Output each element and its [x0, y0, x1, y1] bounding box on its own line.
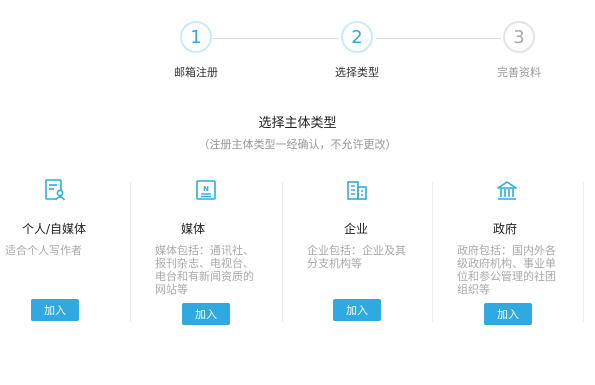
type-description: 政府包括：国内外各级政府机构、事业单位和参公管理的社团组织等	[457, 244, 556, 296]
type-name: 媒体	[181, 222, 206, 236]
card-divider	[282, 182, 283, 322]
step-connector	[213, 38, 338, 39]
government-icon	[497, 181, 517, 200]
type-description: 企业包括：企业及其分支机构等	[307, 244, 406, 270]
step-connector	[377, 38, 501, 39]
step-3-circle: 3	[503, 21, 535, 53]
step-2-label: 选择类型	[335, 66, 379, 79]
type-name: 政府	[493, 222, 518, 236]
type-name: 个人/自媒体	[22, 222, 87, 236]
card-divider	[432, 182, 433, 322]
card-divider	[130, 182, 131, 322]
type-description: 适合个人写作者	[5, 244, 82, 257]
type-cards: 个人/自媒体 适合个人写作者 加入 N 媒体 媒体包括：通讯社、报刊杂志、电视台…	[0, 168, 595, 328]
section-subtitle: （注册主体类型一经确认，不允许更改）	[198, 138, 397, 151]
join-media-button[interactable]: 加入	[182, 303, 230, 325]
card-divider	[583, 182, 584, 322]
step-2-number: 2	[351, 26, 363, 48]
building-icon	[347, 181, 367, 200]
type-card-personal: 个人/自媒体 适合个人写作者 加入	[0, 168, 150, 328]
personal-profile-icon	[45, 179, 66, 201]
step-1-label: 邮箱注册	[174, 66, 218, 79]
step-3-number: 3	[513, 26, 525, 48]
join-government-button[interactable]: 加入	[484, 303, 532, 325]
join-personal-button[interactable]: 加入	[31, 299, 79, 321]
type-card-government: 政府 政府包括：国内外各级政府机构、事业单位和参公管理的社团组织等 加入	[451, 168, 595, 328]
section-title: 选择主体类型	[258, 116, 337, 131]
step-2-circle: 2	[341, 21, 373, 53]
newspaper-icon: N	[196, 180, 216, 200]
step-1-circle: 1	[180, 21, 212, 53]
svg-text:N: N	[203, 185, 209, 193]
type-description: 媒体包括：通讯社、报刊杂志、电视台、电台和有新闻资质的网站等	[155, 244, 254, 296]
step-1-number: 1	[190, 26, 202, 48]
type-card-enterprise: 企业 企业包括：企业及其分支机构等 加入	[302, 168, 452, 328]
type-card-media: N 媒体 媒体包括：通讯社、报刊杂志、电视台、电台和有新闻资质的网站等 加入	[150, 168, 300, 328]
type-name: 企业	[344, 222, 369, 236]
step-indicator: 1 邮箱注册 2 选择类型 3 完善资料	[0, 0, 595, 90]
join-enterprise-button[interactable]: 加入	[333, 299, 381, 321]
step-3-label: 完善资料	[497, 66, 541, 79]
